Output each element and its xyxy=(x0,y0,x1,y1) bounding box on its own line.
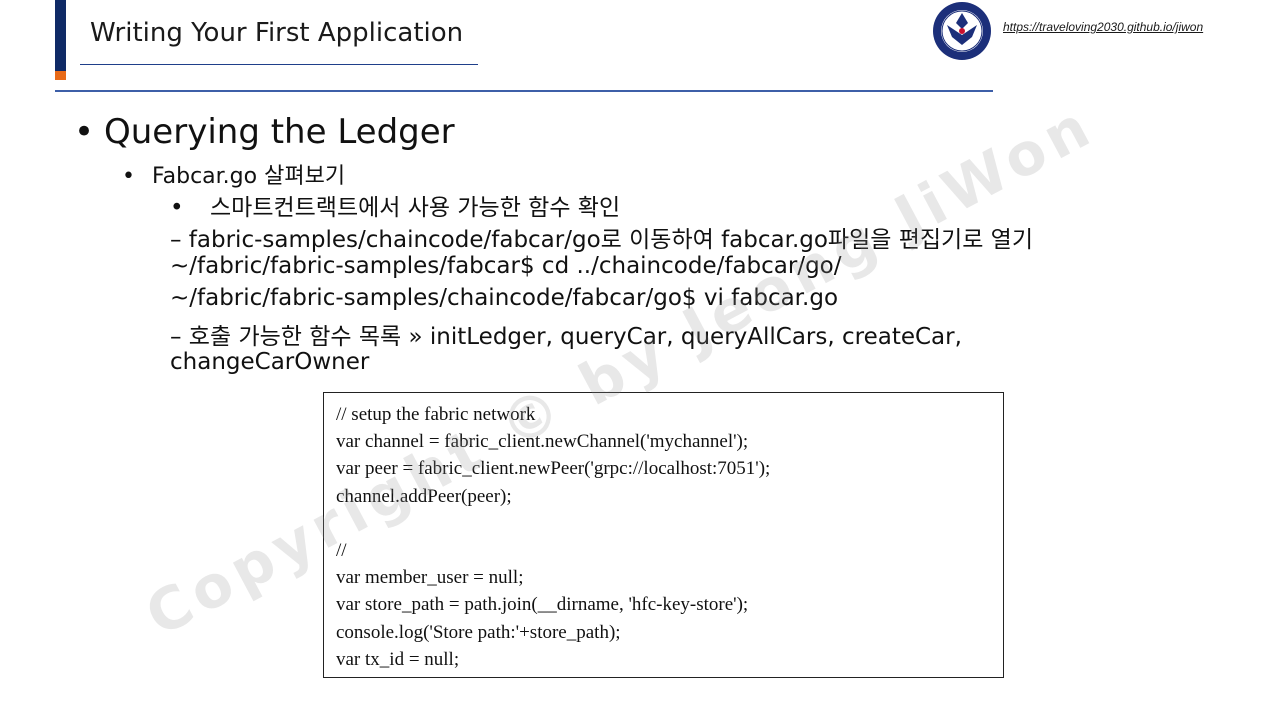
sub-bullet-text: 스마트컨트랙트에서 사용 가능한 함수 확인 xyxy=(210,195,621,221)
body-line: – 호출 가능한 함수 목록 » initLedger, queryCar, q… xyxy=(170,324,962,350)
body-line: ~/fabric/fabric-samples/fabcar$ cd ../ch… xyxy=(170,253,842,279)
code-line: console.log('Store path:'+store_path); xyxy=(336,621,621,643)
bullet-dot: • xyxy=(74,112,95,152)
body-line: – fabric-samples/chaincode/fabcar/go로 이동… xyxy=(170,227,1033,253)
sub-bullet: • 스마트컨트랙트에서 사용 가능한 함수 확인 xyxy=(170,188,620,222)
body-line: ~/fabric/fabric-samples/chaincode/fabcar… xyxy=(170,285,839,311)
header-accent-bar xyxy=(55,0,66,80)
title-underline xyxy=(80,64,478,65)
code-line: var peer = fabric_client.newPeer('grpc:/… xyxy=(336,458,771,480)
code-line: var channel = fabric_client.newChannel('… xyxy=(336,431,749,453)
bullet-dot: • xyxy=(170,195,184,221)
section-heading: Querying the Ledger xyxy=(104,112,455,152)
code-line: var member_user = null; xyxy=(336,567,524,589)
body-line: changeCarOwner xyxy=(170,349,370,375)
header-divider xyxy=(55,90,993,92)
code-line: channel.addPeer(peer); xyxy=(336,485,512,507)
slide-title: Writing Your First Application xyxy=(90,18,464,48)
code-line: var store_path = path.join(__dirname, 'h… xyxy=(336,594,749,616)
university-emblem-logo xyxy=(932,1,992,61)
subheading-bullet: • Fabcar.go 살펴보기 xyxy=(122,158,345,190)
code-snippet-box: // setup the fabric network var channel … xyxy=(323,392,1004,678)
header-url-link[interactable]: https://traveloving2030.github.io/jiwon xyxy=(1003,20,1203,34)
heading-bullet: • Querying the Ledger xyxy=(74,112,455,152)
section-subheading: Fabcar.go 살펴보기 xyxy=(152,164,346,189)
code-line: // setup the fabric network xyxy=(336,404,536,425)
code-line: // xyxy=(336,539,347,561)
code-line: var tx_id = null; xyxy=(336,648,460,670)
bullet-dot: • xyxy=(122,164,135,189)
